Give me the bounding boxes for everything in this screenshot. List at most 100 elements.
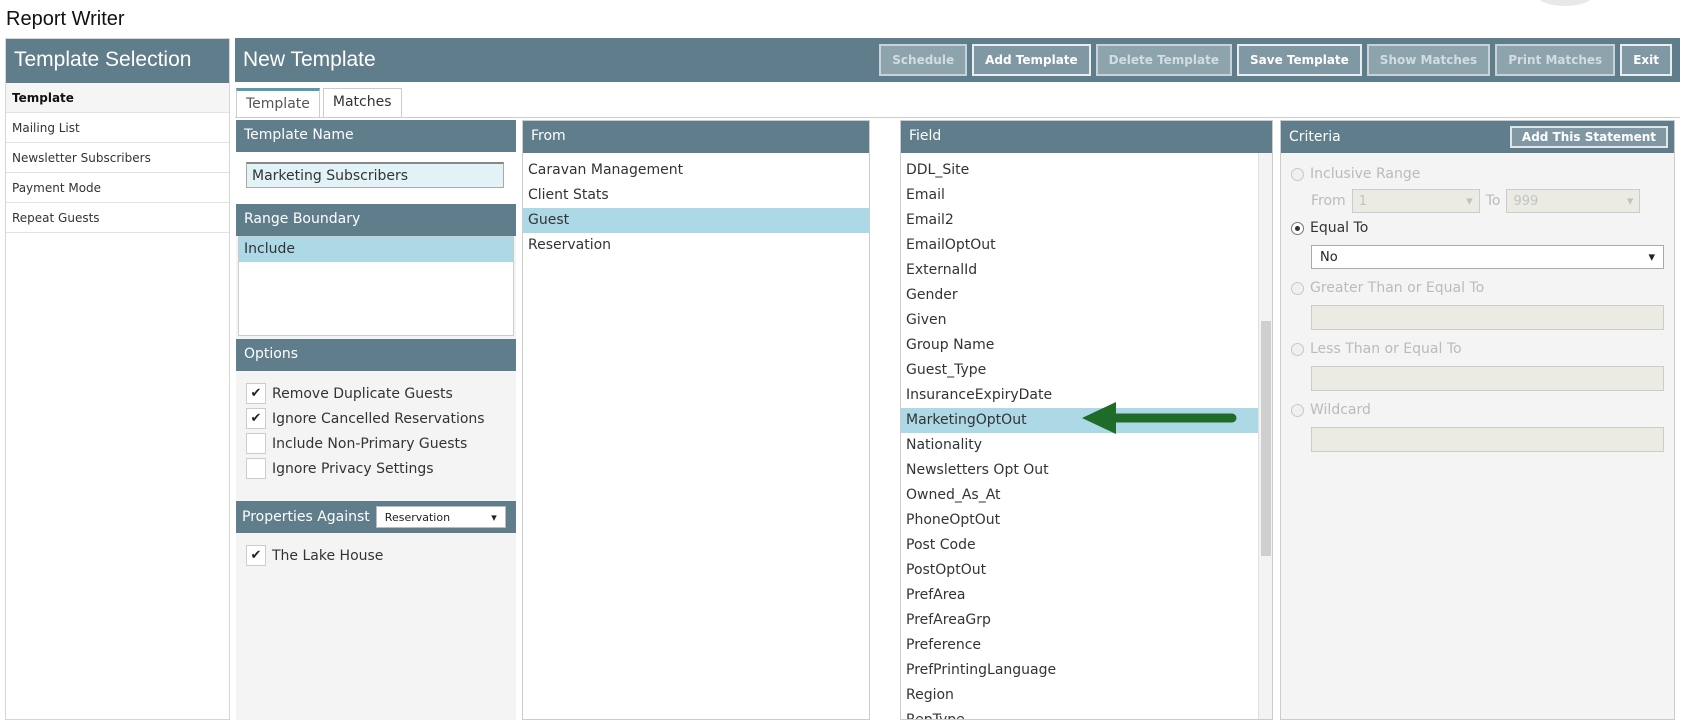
template-name-header: Template Name <box>236 120 516 152</box>
option-label: Remove Duplicate Guests <box>272 385 453 402</box>
checkbox[interactable] <box>246 433 266 454</box>
option-label: Ignore Cancelled Reservations <box>272 410 485 427</box>
sidebar-item-newsletter-subscribers[interactable]: Newsletter Subscribers <box>6 143 229 173</box>
checkbox[interactable] <box>246 458 266 479</box>
range-boundary-header: Range Boundary <box>236 204 516 236</box>
from-label: From <box>1311 193 1346 209</box>
scrollbar-thumb[interactable] <box>1261 321 1271 556</box>
range-item-include[interactable]: Include <box>239 237 513 262</box>
range-row: From 1 ▾ To 999 ▾ <box>1291 187 1664 215</box>
field-item[interactable]: Newsletters Opt Out <box>901 458 1259 483</box>
field-item[interactable]: PhoneOptOut <box>901 508 1259 533</box>
selected-value: Reservation <box>384 510 451 524</box>
to-value: 999 <box>1513 193 1539 209</box>
selected-value: No <box>1320 249 1338 265</box>
field-item[interactable]: Preference <box>901 633 1259 658</box>
field-item[interactable]: Email <box>901 183 1259 208</box>
field-item[interactable]: PrefArea <box>901 583 1259 608</box>
radio-inclusive-range[interactable]: Inclusive Range <box>1291 161 1664 187</box>
radio-less-than-or-equal[interactable]: Less Than or Equal To <box>1291 336 1664 362</box>
radio-equal-to[interactable]: Equal To <box>1291 215 1664 241</box>
radio-button[interactable] <box>1291 342 1304 356</box>
field-item[interactable]: PrefPrintingLanguage <box>901 658 1259 683</box>
to-select[interactable]: 999 ▾ <box>1506 189 1641 213</box>
template-selection-sidebar: Template Selection Template Mailing List… <box>5 38 230 720</box>
radio-label: Greater Than or Equal To <box>1310 280 1485 296</box>
tab-matches[interactable]: Matches <box>322 88 402 117</box>
equal-to-select[interactable]: No ▾ <box>1311 245 1664 269</box>
field-item[interactable]: RepType <box>901 708 1259 719</box>
template-name-input[interactable] <box>246 162 504 188</box>
radio-button[interactable] <box>1291 221 1304 235</box>
from-item-client-stats[interactable]: Client Stats <box>523 183 869 208</box>
option-label: Ignore Privacy Settings <box>272 460 434 477</box>
radio-button[interactable] <box>1291 281 1304 295</box>
criteria-header: Criteria Add This Statement <box>1281 121 1674 153</box>
options-list: ✔ Remove Duplicate Guests ✔ Ignore Cance… <box>236 371 516 501</box>
from-value: 1 <box>1358 193 1367 209</box>
field-item[interactable]: Guest_Type <box>901 358 1259 383</box>
options-header: Options <box>236 339 516 371</box>
option-include-non-primary-guests[interactable]: Include Non-Primary Guests <box>246 431 506 456</box>
schedule-button[interactable]: Schedule <box>879 44 968 76</box>
field-item[interactable]: Owned_As_At <box>901 483 1259 508</box>
show-matches-button[interactable]: Show Matches <box>1366 44 1491 76</box>
save-template-button[interactable]: Save Template <box>1237 44 1362 76</box>
template-settings-column: Template Name Range Boundary Include Opt… <box>236 120 516 720</box>
print-matches-button[interactable]: Print Matches <box>1495 44 1616 76</box>
wildcard-input[interactable] <box>1311 427 1664 452</box>
sidebar-item-mailing-list[interactable]: Mailing List <box>6 113 229 143</box>
sidebar-item-payment-mode[interactable]: Payment Mode <box>6 173 229 203</box>
option-remove-duplicate-guests[interactable]: ✔ Remove Duplicate Guests <box>246 381 506 406</box>
page-title: New Template <box>243 48 376 71</box>
field-item[interactable]: Nationality <box>901 433 1259 458</box>
field-item[interactable]: EmailOptOut <box>901 233 1259 258</box>
from-select[interactable]: 1 ▾ <box>1351 189 1480 213</box>
radio-label: Equal To <box>1310 220 1369 236</box>
property-label: The Lake House <box>272 547 384 564</box>
from-column: From Caravan Management Client Stats Gue… <box>522 120 870 720</box>
field-item[interactable]: PostOptOut <box>901 558 1259 583</box>
from-item-guest[interactable]: Guest <box>523 208 869 233</box>
checkbox[interactable]: ✔ <box>246 408 266 429</box>
from-item-caravan-management[interactable]: Caravan Management <box>523 158 869 183</box>
radio-button[interactable] <box>1291 167 1304 181</box>
option-ignore-privacy-settings[interactable]: Ignore Privacy Settings <box>246 456 506 481</box>
checkbox[interactable]: ✔ <box>246 383 266 404</box>
properties-against-header: Properties Against Reservation ▾ <box>236 501 516 533</box>
from-item-reservation[interactable]: Reservation <box>523 233 869 258</box>
option-ignore-cancelled-reservations[interactable]: ✔ Ignore Cancelled Reservations <box>246 406 506 431</box>
field-item[interactable]: Region <box>901 683 1259 708</box>
radio-label: Inclusive Range <box>1310 166 1421 182</box>
delete-template-button[interactable]: Delete Template <box>1095 44 1232 76</box>
field-item[interactable]: Group Name <box>901 333 1259 358</box>
greater-than-input[interactable] <box>1311 305 1664 330</box>
field-item[interactable]: PrefAreaGrp <box>901 608 1259 633</box>
page-header: New Template Schedule Add Template Delet… <box>235 38 1680 82</box>
field-item[interactable]: Gender <box>901 283 1259 308</box>
less-than-input[interactable] <box>1311 366 1664 391</box>
radio-label: Wildcard <box>1310 402 1371 418</box>
field-list-scrollbar[interactable] <box>1258 153 1272 719</box>
radio-greater-than-or-equal[interactable]: Greater Than or Equal To <box>1291 275 1664 301</box>
field-item[interactable]: Given <box>901 308 1259 333</box>
chevron-down-icon: ▾ <box>1466 193 1473 209</box>
sidebar-item-template[interactable]: Template <box>6 83 229 113</box>
field-item[interactable]: ExternalId <box>901 258 1259 283</box>
properties-against-select[interactable]: Reservation ▾ <box>375 506 506 528</box>
field-item[interactable]: Email2 <box>901 208 1259 233</box>
field-item-selected[interactable]: MarketingOptOut <box>901 408 1259 433</box>
radio-wildcard[interactable]: Wildcard <box>1291 397 1664 423</box>
sidebar-item-repeat-guests[interactable]: Repeat Guests <box>6 203 229 233</box>
add-template-button[interactable]: Add Template <box>972 44 1091 76</box>
radio-button[interactable] <box>1291 403 1304 417</box>
add-this-statement-button[interactable]: Add This Statement <box>1509 126 1668 148</box>
tab-template[interactable]: Template <box>236 88 320 117</box>
template-name-wrap <box>236 152 516 204</box>
property-the-lake-house[interactable]: ✔ The Lake House <box>246 543 506 568</box>
field-item[interactable]: Post Code <box>901 533 1259 558</box>
exit-button[interactable]: Exit <box>1620 44 1672 76</box>
checkbox[interactable]: ✔ <box>246 545 266 566</box>
field-item[interactable]: InsuranceExpiryDate <box>901 383 1259 408</box>
field-item[interactable]: DDL_Site <box>901 158 1259 183</box>
